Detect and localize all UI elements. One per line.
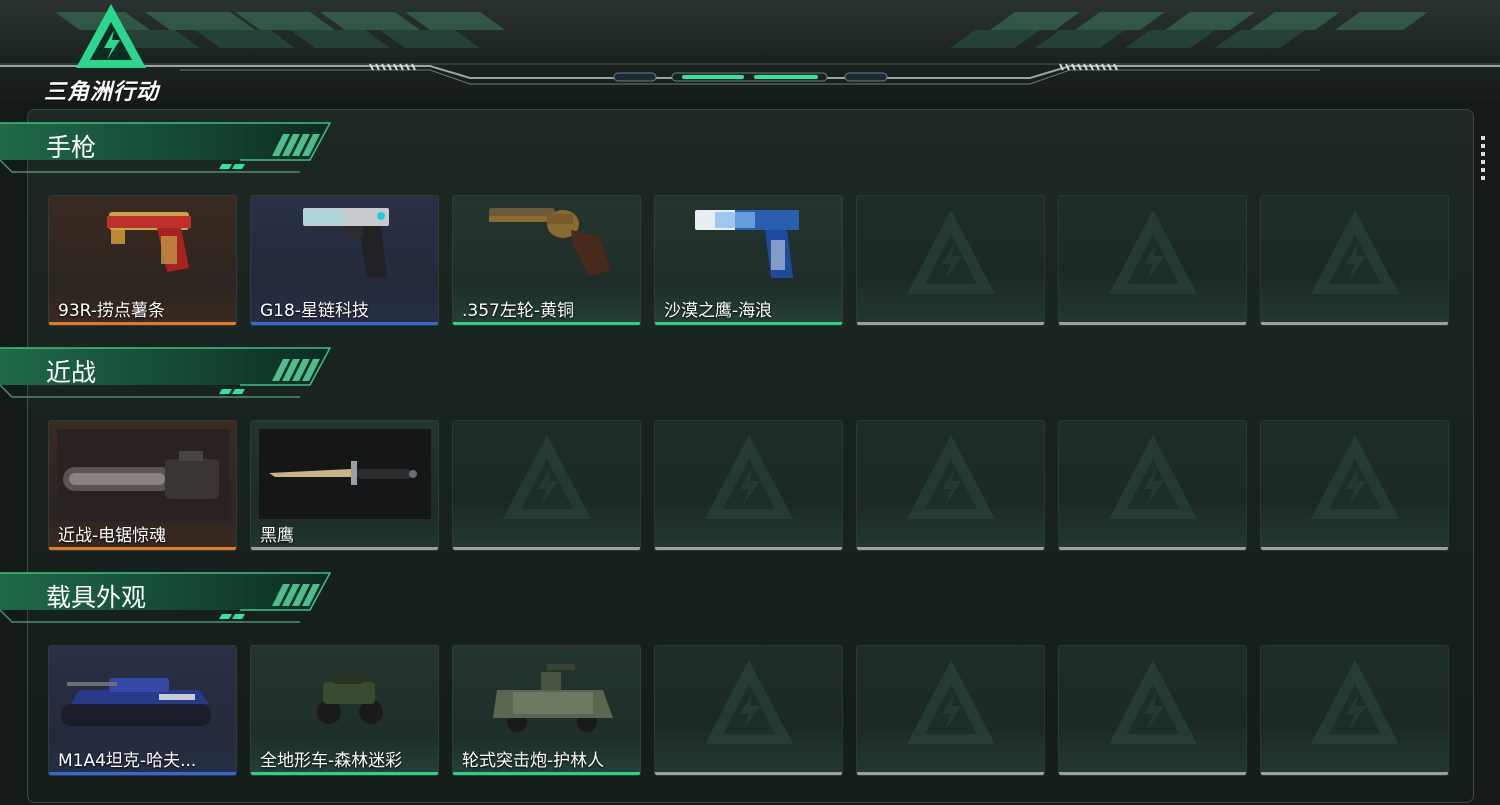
item-card[interactable]: 沙漠之鹰-海浪: [654, 195, 843, 326]
section-header: 载具外观: [0, 570, 340, 626]
rarity-bar: [857, 772, 1044, 775]
rarity-bar: [49, 772, 236, 775]
section-title: 载具外观: [46, 583, 147, 612]
rarity-bar: [1059, 322, 1246, 325]
item-label: G18-星链科技: [260, 301, 369, 321]
delta-logo-icon: [76, 4, 146, 68]
top-header: 三角洲行动: [0, 0, 1500, 105]
placeholder-delta-icon: [907, 660, 995, 744]
empty-item-slot[interactable]: [856, 645, 1045, 776]
placeholder-delta-icon: [705, 435, 793, 519]
rarity-bar: [857, 322, 1044, 325]
rarity-bar: [1261, 772, 1448, 775]
item-label: 93R-捞点薯条: [58, 301, 165, 321]
placeholder-delta-icon: [1109, 210, 1197, 294]
item-label: 黑鹰: [260, 526, 294, 546]
item-label: 全地形车-森林迷彩: [260, 751, 403, 771]
rarity-bar: [453, 547, 640, 550]
placeholder-delta-icon: [1311, 660, 1399, 744]
placeholder-delta-icon: [503, 435, 591, 519]
placeholder-delta-icon: [907, 435, 995, 519]
empty-item-slot[interactable]: [856, 420, 1045, 551]
empty-item-slot[interactable]: [1260, 195, 1449, 326]
empty-item-slot[interactable]: [856, 195, 1045, 326]
rarity-bar: [251, 772, 438, 775]
logo-text: 三角洲行动: [44, 80, 160, 105]
item-label: .357左轮-黄铜: [462, 301, 574, 321]
game-logo: 三角洲行动: [44, 2, 184, 105]
empty-item-slot[interactable]: [1058, 420, 1247, 551]
scrollbar[interactable]: [1481, 136, 1485, 180]
rarity-bar: [453, 322, 640, 325]
item-card[interactable]: 全地形车-森林迷彩: [250, 645, 439, 776]
placeholder-delta-icon: [1109, 435, 1197, 519]
rarity-bar: [655, 547, 842, 550]
rarity-bar: [857, 547, 1044, 550]
placeholder-delta-icon: [1311, 210, 1399, 294]
empty-item-slot[interactable]: [1058, 195, 1247, 326]
item-label: 近战-电锯惊魂: [58, 526, 167, 546]
section-title: 手枪: [46, 133, 97, 162]
item-card[interactable]: G18-星链科技: [250, 195, 439, 326]
item-card[interactable]: M1A4坦克-哈夫...: [48, 645, 237, 776]
item-label: M1A4坦克-哈夫...: [58, 751, 197, 771]
item-card[interactable]: 黑鹰: [250, 420, 439, 551]
placeholder-delta-icon: [1109, 660, 1197, 744]
empty-item-slot[interactable]: [1058, 645, 1247, 776]
placeholder-delta-icon: [907, 210, 995, 294]
item-card[interactable]: .357左轮-黄铜: [452, 195, 641, 326]
rarity-bar: [1059, 772, 1246, 775]
empty-item-slot[interactable]: [1260, 645, 1449, 776]
rarity-bar: [1261, 547, 1448, 550]
section-title: 近战: [46, 358, 97, 387]
item-card[interactable]: 轮式突击炮-护林人: [452, 645, 641, 776]
empty-item-slot[interactable]: [654, 645, 843, 776]
section-header: 近战: [0, 345, 340, 401]
rarity-bar: [251, 322, 438, 325]
header-decoration: [0, 12, 1500, 85]
rarity-bar: [251, 547, 438, 550]
item-label: 轮式突击炮-护林人: [462, 751, 605, 771]
empty-item-slot[interactable]: [654, 420, 843, 551]
section-header: 手枪: [0, 120, 340, 176]
rarity-bar: [1059, 547, 1246, 550]
rarity-bar: [49, 547, 236, 550]
rarity-bar: [49, 322, 236, 325]
empty-item-slot[interactable]: [1260, 420, 1449, 551]
item-card[interactable]: 93R-捞点薯条: [48, 195, 237, 326]
rarity-bar: [1261, 322, 1448, 325]
placeholder-delta-icon: [705, 660, 793, 744]
item-label: 沙漠之鹰-海浪: [664, 301, 773, 321]
rarity-bar: [655, 772, 842, 775]
rarity-bar: [655, 322, 842, 325]
placeholder-delta-icon: [1311, 435, 1399, 519]
item-card[interactable]: 近战-电锯惊魂: [48, 420, 237, 551]
empty-item-slot[interactable]: [452, 420, 641, 551]
rarity-bar: [453, 772, 640, 775]
